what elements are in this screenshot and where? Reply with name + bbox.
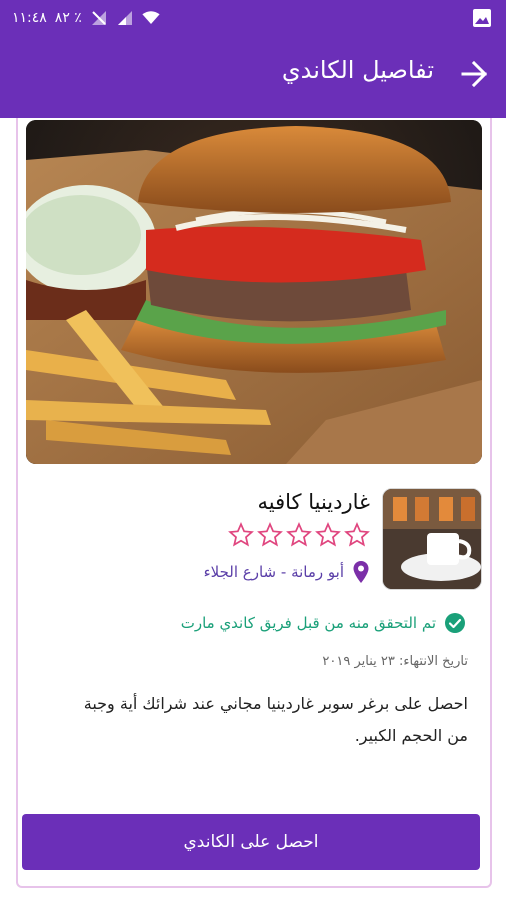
check-circle-icon [445,613,465,633]
offer-description: احصل على برغر سوبر غاردينيا مجاني عند شر… [83,694,468,745]
get-candy-button[interactable]: احصل على الكاندي [22,814,480,870]
location-pin-icon [353,561,369,583]
image-notification-icon [473,9,491,27]
signal-icon [117,11,132,25]
star-icon[interactable] [257,522,283,548]
wifi-icon [142,11,160,24]
arrow-back-icon[interactable] [454,54,494,94]
verified-badge: تم التحقق منه من قبل فريق كاندي مارت [181,612,466,634]
screen: ١١:٤٨ ٨٢ ٪ تفاصيل الكاندي غاردينيا كافيه… [0,0,506,900]
vendor-logo [382,488,482,590]
star-icon[interactable] [344,522,370,548]
verified-text: تم التحقق منه من قبل فريق كاندي مارت [180,614,436,632]
rating-stars[interactable] [228,522,370,548]
offer-image [26,120,482,464]
status-bar: ١١:٤٨ ٨٢ ٪ [0,0,506,36]
no-sim-icon [91,11,106,25]
star-icon[interactable] [286,522,312,548]
vendor-name: غاردينيا كافيه [257,490,371,514]
star-icon[interactable] [228,522,254,548]
page-title: تفاصيل الكاندي [281,56,434,84]
star-icon[interactable] [315,522,341,548]
status-time: ١١:٤٨ [12,10,47,26]
location-text: أبو رمانة - شارع الجلاء [203,563,344,581]
expiry-date: تاريخ الانتهاء: ٢٣ يناير ٢٠١٩ [322,654,468,669]
vendor-location[interactable]: أبو رمانة - شارع الجلاء [204,560,370,584]
battery-percent: ٨٢ ٪ [54,10,82,26]
app-bar: تفاصيل الكاندي [0,36,506,118]
status-indicators: ١١:٤٨ ٨٢ ٪ [12,8,160,28]
app-header: ١١:٤٨ ٨٢ ٪ تفاصيل الكاندي [0,0,506,118]
